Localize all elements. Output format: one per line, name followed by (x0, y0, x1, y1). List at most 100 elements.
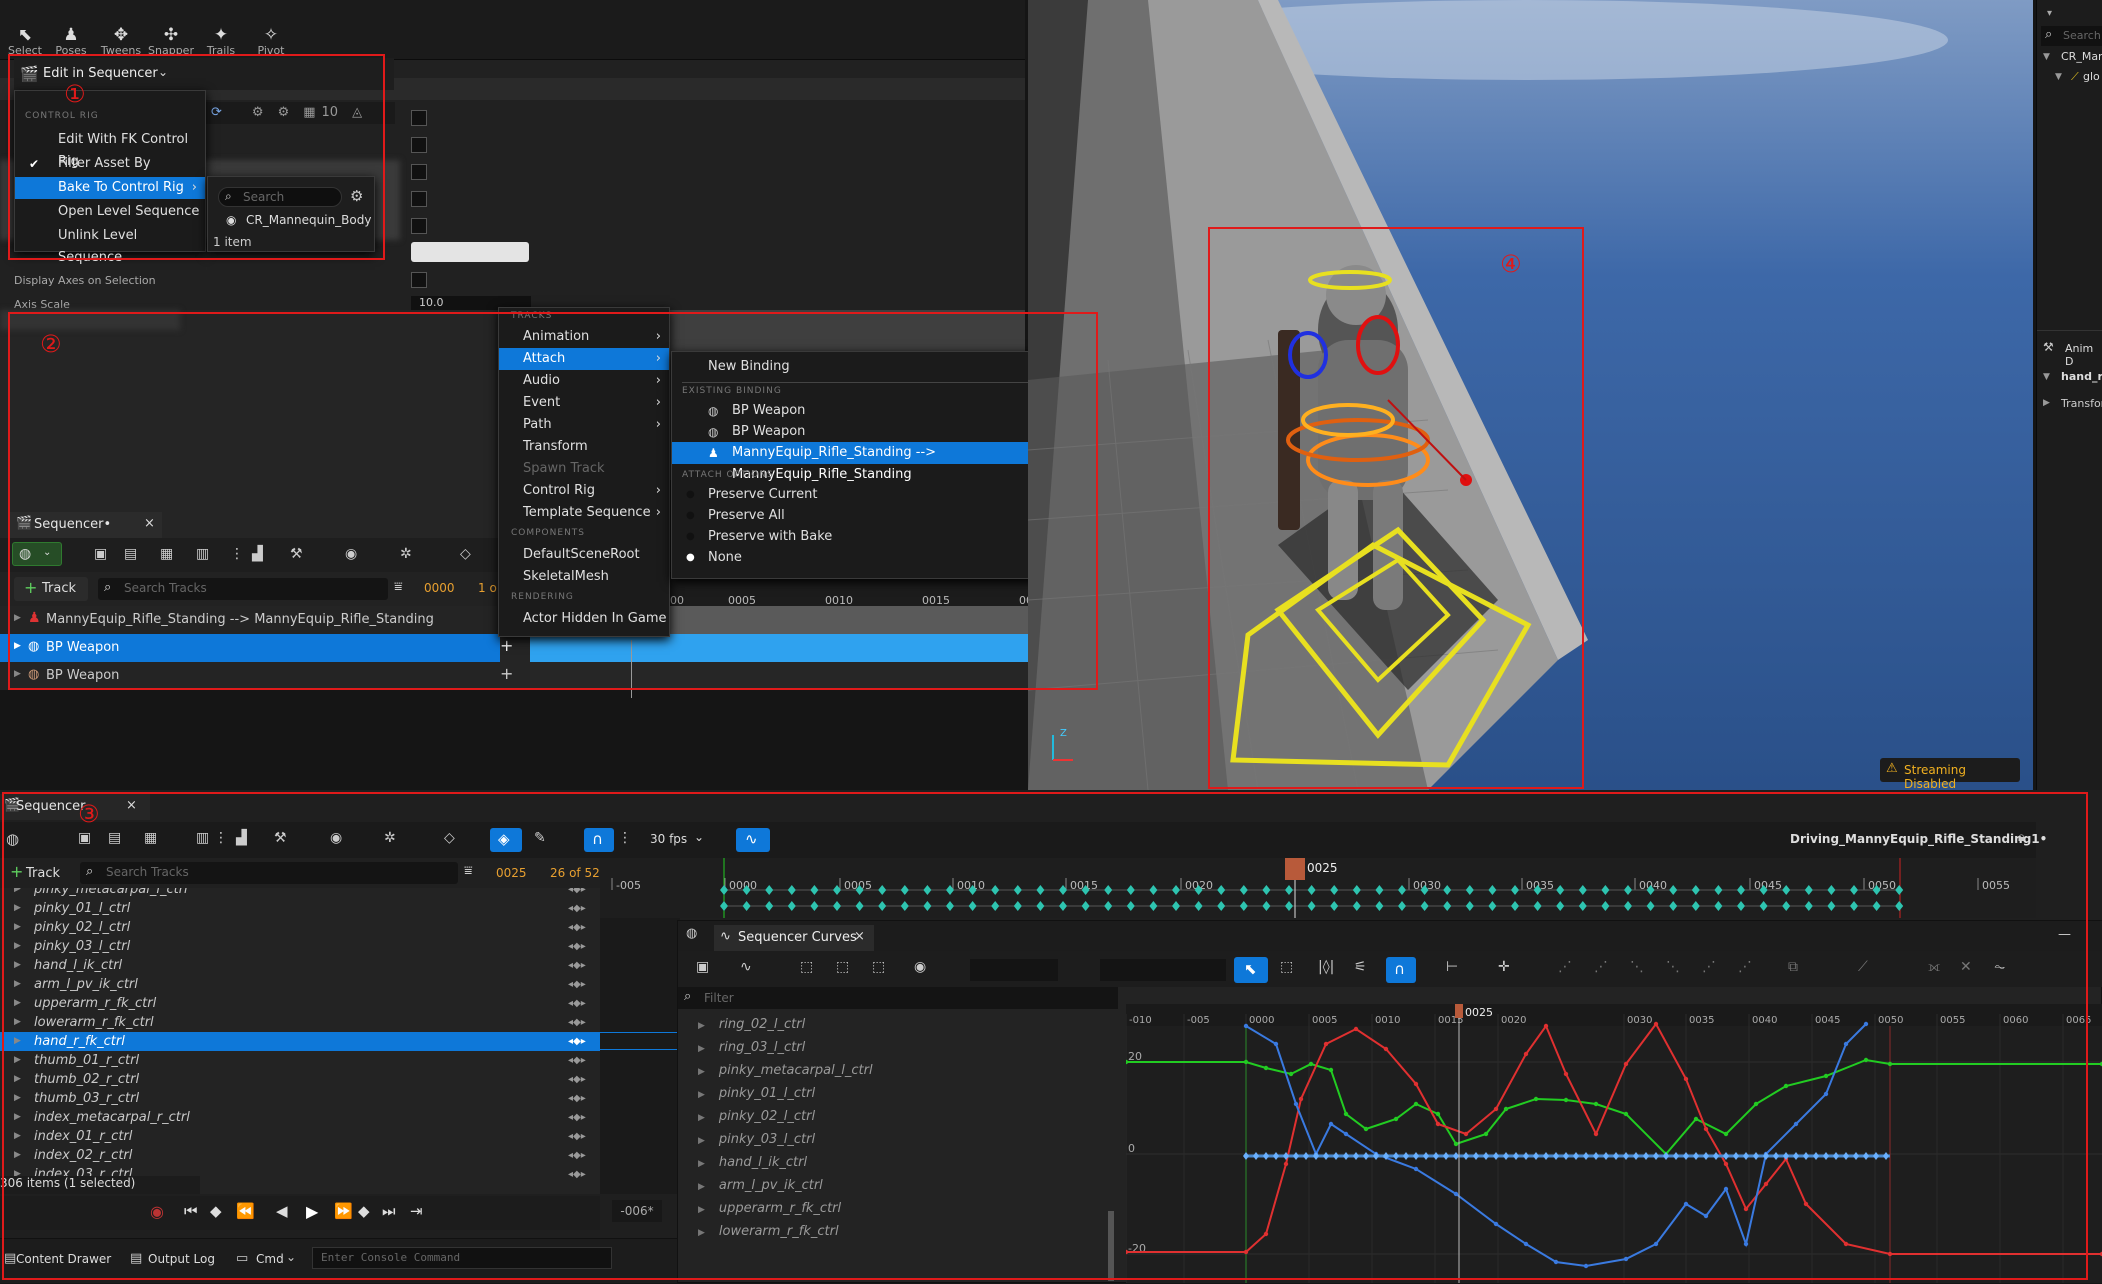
curve-tree-item[interactable]: ▶ lowerarm_r_fk_ctrl (698, 1220, 839, 1243)
outliner-item[interactable]: glo (2083, 70, 2100, 83)
save-icon[interactable]: ▣ (696, 959, 709, 975)
tangent-icon[interactable]: ⋱ (1630, 959, 1644, 975)
track-row[interactable]: ▶ hand_l_ik_ctrl ◂◆▸ (14, 956, 600, 975)
close-icon[interactable]: × (854, 929, 865, 944)
menu-item-attach[interactable]: Attach › (499, 348, 669, 370)
menu-item-skeletal-mesh[interactable]: SkeletalMesh (499, 566, 669, 588)
expand-icon[interactable]: ▶ (14, 888, 21, 899)
curve-editor-toggle[interactable]: ∿ (736, 828, 770, 852)
track-row[interactable]: ▶ thumb_01_r_ctrl ◂◆▸ (14, 1051, 600, 1070)
details-checkbox[interactable] (411, 191, 427, 207)
key-nav-icon[interactable]: ◂◆▸ (568, 1032, 586, 1051)
key-tools-icon[interactable]: ⚒ (274, 830, 287, 846)
expand-icon[interactable]: ▶ (14, 1032, 21, 1051)
details-checkbox[interactable] (411, 110, 427, 126)
color-swatch[interactable] (411, 242, 529, 262)
camera-icon[interactable]: ▦ (144, 830, 157, 846)
record-icon[interactable]: ◉ (150, 1202, 164, 1221)
option-none[interactable]: ● None (672, 547, 1080, 569)
outliner-item[interactable]: CR_Man (2061, 50, 2102, 63)
search-input[interactable]: ⌕ Search (218, 187, 342, 207)
expand-icon[interactable]: ▶ (698, 1182, 705, 1192)
key-icon[interactable]: ◇ (460, 546, 471, 562)
frame-all-icon[interactable]: ⬚ (836, 959, 849, 975)
key-nav-icon[interactable]: ◂◆▸ (568, 1108, 586, 1127)
key-nav-icon[interactable]: ◂◆▸ (568, 918, 586, 937)
save-icon[interactable]: ▣ (78, 830, 91, 846)
key-nav-icon[interactable]: ◂◆▸ (568, 1146, 586, 1165)
current-frame[interactable]: 0025 (496, 866, 527, 880)
track-row[interactable]: ▶ pinky_02_l_ctrl ◂◆▸ (14, 918, 600, 937)
world-dropdown[interactable]: ◍ ⌄ (12, 542, 62, 566)
key-nav-icon[interactable]: ◂◆▸ (568, 899, 586, 918)
eye-icon[interactable]: ◉ (330, 830, 342, 846)
streaming-status[interactable]: ⚠ Streaming Disabled (1880, 758, 2020, 790)
menu-item-default-scene-root[interactable]: DefaultSceneRoot (499, 544, 669, 566)
menu-item-animation[interactable]: Animation › (499, 326, 669, 348)
snap-settings-icon[interactable]: ✲ (400, 546, 412, 562)
key-nav-icon[interactable]: ◂◆▸ (568, 937, 586, 956)
scrollbar[interactable] (1108, 1211, 1114, 1281)
expand-icon[interactable]: ▶ (14, 899, 21, 918)
close-icon[interactable]: × (126, 798, 137, 813)
tangent-icon[interactable]: ⋱ (1666, 959, 1680, 975)
track-row[interactable]: ▶ ♟ MannyEquip_Rifle_Standing --> MannyE… (0, 606, 500, 634)
key-icon[interactable]: ◇ (444, 830, 455, 846)
more-icon[interactable]: ⋮ (618, 830, 632, 846)
level-viewport[interactable]: Z ⚠ Streaming Disabled (1028, 0, 2033, 790)
curve-tree-item[interactable]: ▶ pinky_02_l_ctrl (698, 1105, 815, 1128)
expand-icon[interactable]: ▶ (698, 1136, 705, 1146)
menu-item-binding[interactable]: ◍ BP Weapon (672, 421, 1080, 443)
snap-settings-icon[interactable]: ✲ (384, 830, 396, 846)
flatten-icon[interactable]: ⟋ (1858, 959, 1868, 975)
retime-icon[interactable]: |◊| (1318, 959, 1334, 975)
key-nav-icon[interactable]: ◂◆▸ (568, 1051, 586, 1070)
track-row[interactable]: ▶ index_01_r_ctrl ◂◆▸ (14, 1127, 600, 1146)
expand-icon[interactable]: ▶ (698, 1113, 705, 1123)
settings-icon[interactable]: ⚙ (350, 187, 363, 205)
expand-icon[interactable]: ▶ (14, 613, 21, 623)
multi-scale-icon[interactable]: ⚟ (1354, 959, 1367, 975)
search-tracks-input[interactable]: ⌕ Search Tracks (80, 862, 458, 884)
details-checkbox[interactable] (411, 137, 427, 153)
curve-tree-item[interactable]: ▶ pinky_metacarpal_l_ctrl (698, 1059, 873, 1082)
snap-toggle[interactable]: ∩ (584, 828, 614, 852)
expand-icon[interactable]: ▶ (698, 1159, 705, 1169)
console-input[interactable]: Enter Console Command (312, 1247, 612, 1269)
tweens-tool[interactable]: ✥ Tweens (96, 26, 146, 57)
details-checkbox[interactable] (411, 218, 427, 234)
key-nav-icon[interactable]: ◂◆▸ (568, 975, 586, 994)
asset-item[interactable]: CR_Mannequin_Body (246, 213, 371, 227)
key-nav-icon[interactable]: ◂◆▸ (568, 1127, 586, 1146)
add-track-button[interactable]: + Track (6, 862, 66, 884)
tangent-icon[interactable]: ⋰ (1738, 959, 1752, 975)
snap-toggle[interactable]: ∩ (1386, 957, 1416, 983)
transform-section[interactable]: Transfor (2061, 397, 2102, 410)
prev-key-icon[interactable]: ◆ (210, 1202, 222, 1220)
play-icon[interactable]: ▶ (306, 1202, 318, 1221)
snapper-tool[interactable]: ✣ Snapper (146, 26, 196, 57)
menu-item-new-binding[interactable]: New Binding› (672, 356, 1080, 378)
pivot-tool[interactable]: ✧ Pivot (246, 26, 296, 57)
expand-icon[interactable]: ▶ (14, 956, 21, 975)
chevron-down-icon[interactable]: ▾ (2047, 8, 2052, 19)
add-track-button[interactable]: + Track (14, 577, 88, 601)
tangent-icon[interactable]: ⋰ (1702, 959, 1716, 975)
curve-tree-item[interactable]: ▶ ring_02_l_ctrl (698, 1013, 805, 1036)
world-icon[interactable]: ◍ (6, 830, 19, 848)
menu-item-transform[interactable]: Transform (499, 436, 669, 458)
key-nav-icon[interactable]: ◂◆▸ (568, 1013, 586, 1032)
expand-icon[interactable]: ▶ (14, 1089, 21, 1108)
save-icon[interactable]: ▣ (94, 546, 107, 562)
top-playhead[interactable] (631, 640, 632, 698)
menu-item-actor-hidden[interactable]: Actor Hidden In Game (499, 608, 669, 630)
expand-icon[interactable]: ▶ (14, 975, 21, 994)
loop-icon[interactable]: ⇥ (410, 1202, 423, 1220)
select-tool[interactable]: ⬉ (1234, 957, 1268, 983)
menu-item-path[interactable]: Path › (499, 414, 669, 436)
sequencer-tab[interactable]: 🎬 Sequencer × (0, 794, 150, 820)
expand-icon[interactable]: ▶ (698, 1205, 705, 1215)
menu-item-event[interactable]: Event › (499, 392, 669, 414)
expand-icon[interactable]: ▶ (14, 1146, 21, 1165)
expand-icon[interactable]: ▶ (698, 1090, 705, 1100)
